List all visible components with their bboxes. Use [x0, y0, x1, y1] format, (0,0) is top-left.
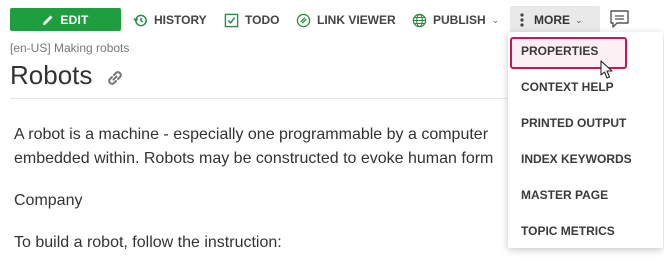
history-icon	[133, 14, 147, 26]
chevron-down-icon: ⌄	[491, 14, 500, 25]
publish-button[interactable]: PUBLISH ⌄	[412, 8, 499, 32]
edit-label: EDIT	[60, 12, 89, 27]
link-viewer-label: LINK VIEWER	[317, 13, 396, 27]
more-dropdown-menu: PROPERTIES CONTEXT HELP PRINTED OUTPUT I…	[508, 32, 663, 248]
edit-button[interactable]: EDIT	[10, 8, 121, 31]
paragraph-line: embedded within. Robots may be construct…	[14, 150, 494, 167]
chevron-down-icon: ⌄	[575, 14, 583, 25]
paragraph: Company	[14, 192, 83, 209]
more-label: MORE	[534, 13, 570, 27]
mouse-cursor-icon	[600, 60, 613, 79]
globe-icon	[412, 13, 427, 27]
menu-item-master-page[interactable]: MASTER PAGE	[521, 185, 608, 205]
menu-item-topic-metrics[interactable]: TOPIC METRICS	[521, 221, 615, 241]
menu-item-properties[interactable]: PROPERTIES	[521, 41, 598, 61]
breadcrumb: [en-US] Making robots	[10, 41, 130, 55]
checkbox-icon	[224, 13, 239, 27]
todo-label: TODO	[245, 13, 280, 27]
link-viewer-icon	[296, 13, 311, 27]
comment-icon	[610, 10, 629, 28]
vertical-dots-icon	[520, 13, 524, 27]
history-label: HISTORY	[154, 13, 207, 27]
todo-button[interactable]: TODO	[224, 8, 279, 32]
publish-label: PUBLISH	[433, 13, 486, 27]
link-icon[interactable]	[104, 67, 126, 89]
history-button[interactable]: HISTORY	[133, 8, 207, 32]
paragraph: To build a robot, follow the instruction…	[14, 234, 282, 251]
page-title-text: Robots	[10, 60, 93, 90]
more-button[interactable]: MORE ⌄	[510, 6, 600, 34]
pencil-icon	[43, 15, 53, 25]
link-viewer-button[interactable]: LINK VIEWER	[296, 8, 396, 32]
title-divider	[10, 98, 570, 99]
paragraph: A robot is a machine - especially one pr…	[14, 123, 493, 171]
page-title: Robots	[10, 60, 126, 91]
menu-item-index-keywords[interactable]: INDEX KEYWORDS	[521, 149, 632, 169]
menu-item-printed-output[interactable]: PRINTED OUTPUT	[521, 113, 626, 133]
menu-item-context-help[interactable]: CONTEXT HELP	[521, 77, 614, 97]
paragraph-line: A robot is a machine - especially one pr…	[14, 126, 489, 143]
